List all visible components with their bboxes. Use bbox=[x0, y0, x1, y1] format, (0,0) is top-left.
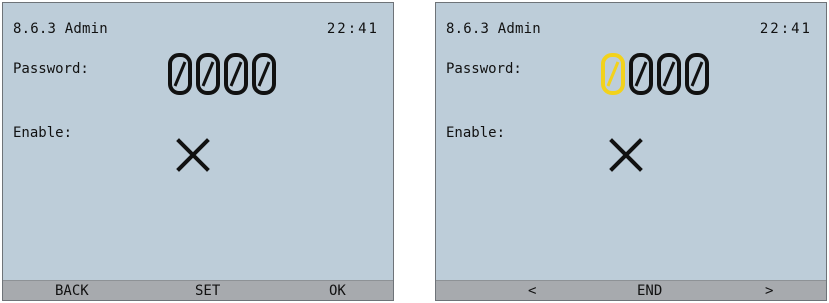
softkey-bar: BACK SET OK bbox=[3, 280, 393, 300]
password-digit[interactable]: 0 bbox=[166, 49, 194, 101]
password-field[interactable]: 0 0 0 0 bbox=[166, 49, 278, 105]
display-screen-edit: 8.6.3 Admin 22:41 Password: 0 0 0 0 Enab… bbox=[435, 2, 827, 301]
screen-title: 8.6.3 Admin bbox=[13, 21, 108, 37]
password-digit[interactable]: 0 bbox=[627, 49, 655, 101]
clock: 22:41 bbox=[326, 21, 379, 37]
password-digit[interactable]: 0 bbox=[683, 49, 711, 101]
digit-glyph: 0 bbox=[685, 53, 709, 95]
digit-glyph: 0 bbox=[196, 53, 220, 95]
enable-label: Enable: bbox=[13, 125, 73, 141]
end-softkey[interactable]: END bbox=[637, 283, 662, 299]
password-digit[interactable]: 0 bbox=[222, 49, 250, 101]
digit-glyph: 0 bbox=[629, 53, 653, 95]
softkey-bar: < END > bbox=[436, 280, 826, 300]
password-digit[interactable]: 0 bbox=[250, 49, 278, 101]
enable-toggle[interactable] bbox=[175, 137, 211, 173]
screen-title: 8.6.3 Admin bbox=[446, 21, 541, 37]
cross-icon bbox=[609, 138, 643, 172]
password-digit[interactable]: 0 bbox=[599, 49, 627, 101]
enable-toggle[interactable] bbox=[608, 137, 644, 173]
digit-glyph: 0 bbox=[252, 53, 276, 95]
prev-digit-softkey[interactable]: < bbox=[528, 283, 536, 299]
next-digit-softkey[interactable]: > bbox=[765, 283, 773, 299]
set-softkey[interactable]: SET bbox=[195, 283, 220, 299]
back-softkey[interactable]: BACK bbox=[55, 283, 89, 299]
digit-glyph: 0 bbox=[657, 53, 681, 95]
password-label: Password: bbox=[446, 61, 522, 77]
enable-label: Enable: bbox=[446, 125, 506, 141]
password-field[interactable]: 0 0 0 0 bbox=[599, 49, 711, 105]
password-digit[interactable]: 0 bbox=[655, 49, 683, 101]
ok-softkey[interactable]: OK bbox=[329, 283, 346, 299]
password-label: Password: bbox=[13, 61, 89, 77]
display-screen-view: 8.6.3 Admin 22:41 Password: 0 0 0 0 Enab… bbox=[2, 2, 394, 301]
clock: 22:41 bbox=[759, 21, 812, 37]
cross-icon bbox=[176, 138, 210, 172]
digit-glyph: 0 bbox=[601, 53, 625, 95]
digit-glyph: 0 bbox=[168, 53, 192, 95]
password-digit[interactable]: 0 bbox=[194, 49, 222, 101]
digit-glyph: 0 bbox=[224, 53, 248, 95]
